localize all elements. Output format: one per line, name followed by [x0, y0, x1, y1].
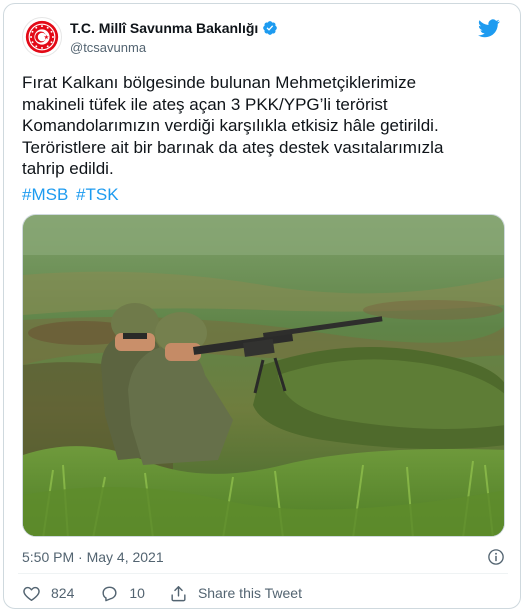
reply-bubble-icon	[102, 586, 117, 601]
name-row: T.C. Millî Savunma Bakanlığı	[70, 19, 278, 37]
author-block: T.C. Millî Savunma Bakanlığı @tcsavunma	[70, 19, 278, 57]
display-name[interactable]: T.C. Millî Savunma Bakanlığı	[70, 19, 258, 37]
tweet-card: T.C. Millî Savunma Bakanlığı @tcsavunma …	[3, 3, 521, 609]
soldiers-photo	[23, 215, 504, 536]
like-count: 824	[51, 585, 75, 601]
info-icon[interactable]	[487, 548, 505, 566]
like-button[interactable]: 824	[22, 584, 74, 603]
tweet-timestamp[interactable]: 5:50 PM · May 4, 2021	[22, 549, 164, 565]
reply-button[interactable]: 10	[100, 584, 145, 603]
share-label: Share this Tweet	[197, 585, 302, 601]
msb-logo-icon	[25, 20, 59, 54]
avatar[interactable]	[22, 17, 62, 57]
reply-count: 10	[129, 585, 145, 601]
meta-row: 5:50 PM · May 4, 2021	[22, 548, 505, 566]
tweet-header: T.C. Millî Savunma Bakanlığı @tcsavunma	[4, 4, 520, 70]
tweet-photo[interactable]	[22, 214, 505, 537]
action-bar: 824 10 Share this Tweet	[22, 582, 302, 604]
share-upload-icon	[171, 585, 186, 601]
share-button[interactable]: Share this Tweet	[169, 584, 302, 603]
hashtag-link[interactable]: #TSK	[76, 185, 119, 204]
twitter-bird-icon[interactable]	[478, 17, 500, 39]
divider	[18, 573, 508, 574]
hashtag-link[interactable]: #MSB	[22, 185, 68, 204]
handle[interactable]: @tcsavunma	[70, 39, 278, 57]
hashtag-row: #MSB #TSK	[22, 184, 122, 205]
heart-icon	[23, 586, 40, 601]
tweet-text: Fırat Kalkanı bölgesinde bulunan Mehmetç…	[22, 73, 444, 178]
verified-badge-icon	[263, 21, 278, 35]
